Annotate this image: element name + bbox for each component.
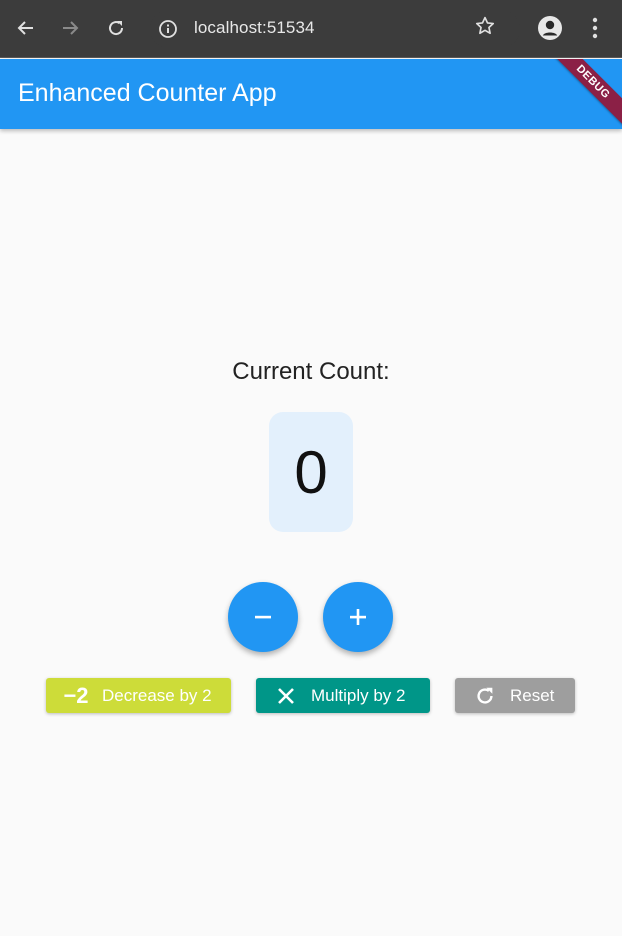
app-title: Enhanced Counter App xyxy=(18,79,277,107)
browser-toolbar: localhost:51534 xyxy=(0,0,622,58)
decrease-by-2-button[interactable]: −2 Decrease by 2 xyxy=(46,678,231,713)
multiply-by-2-button[interactable]: Multiply by 2 xyxy=(256,678,430,713)
decrease-button-label: Decrease by 2 xyxy=(102,685,212,705)
info-icon[interactable] xyxy=(158,19,178,39)
count-label: Current Count: xyxy=(232,358,390,385)
reload-icon[interactable] xyxy=(102,14,130,42)
back-arrow-icon[interactable] xyxy=(12,14,40,42)
profile-icon[interactable] xyxy=(536,14,564,42)
decrement-button[interactable] xyxy=(228,582,298,652)
more-vert-icon[interactable] xyxy=(584,14,606,42)
reset-button-label: Reset xyxy=(510,685,555,705)
forward-arrow-icon[interactable] xyxy=(56,14,84,42)
minus-icon xyxy=(255,615,271,619)
plus-icon xyxy=(350,609,366,625)
debug-banner: DEBUG xyxy=(540,59,622,129)
star-icon[interactable] xyxy=(474,15,496,37)
minus-two-icon: −2 xyxy=(63,682,89,708)
url-text[interactable]: localhost:51534 xyxy=(194,18,315,38)
count-display: 0 xyxy=(269,412,353,532)
increment-button[interactable] xyxy=(323,582,393,652)
refresh-icon xyxy=(473,685,497,707)
app-bar: Enhanced Counter App DEBUG xyxy=(0,59,622,129)
count-value: 0 xyxy=(294,438,328,506)
reset-button[interactable]: Reset xyxy=(455,678,575,713)
close-x-icon xyxy=(274,686,298,706)
address-bar[interactable]: localhost:51534 xyxy=(150,10,520,48)
multiply-button-label: Multiply by 2 xyxy=(311,685,406,705)
